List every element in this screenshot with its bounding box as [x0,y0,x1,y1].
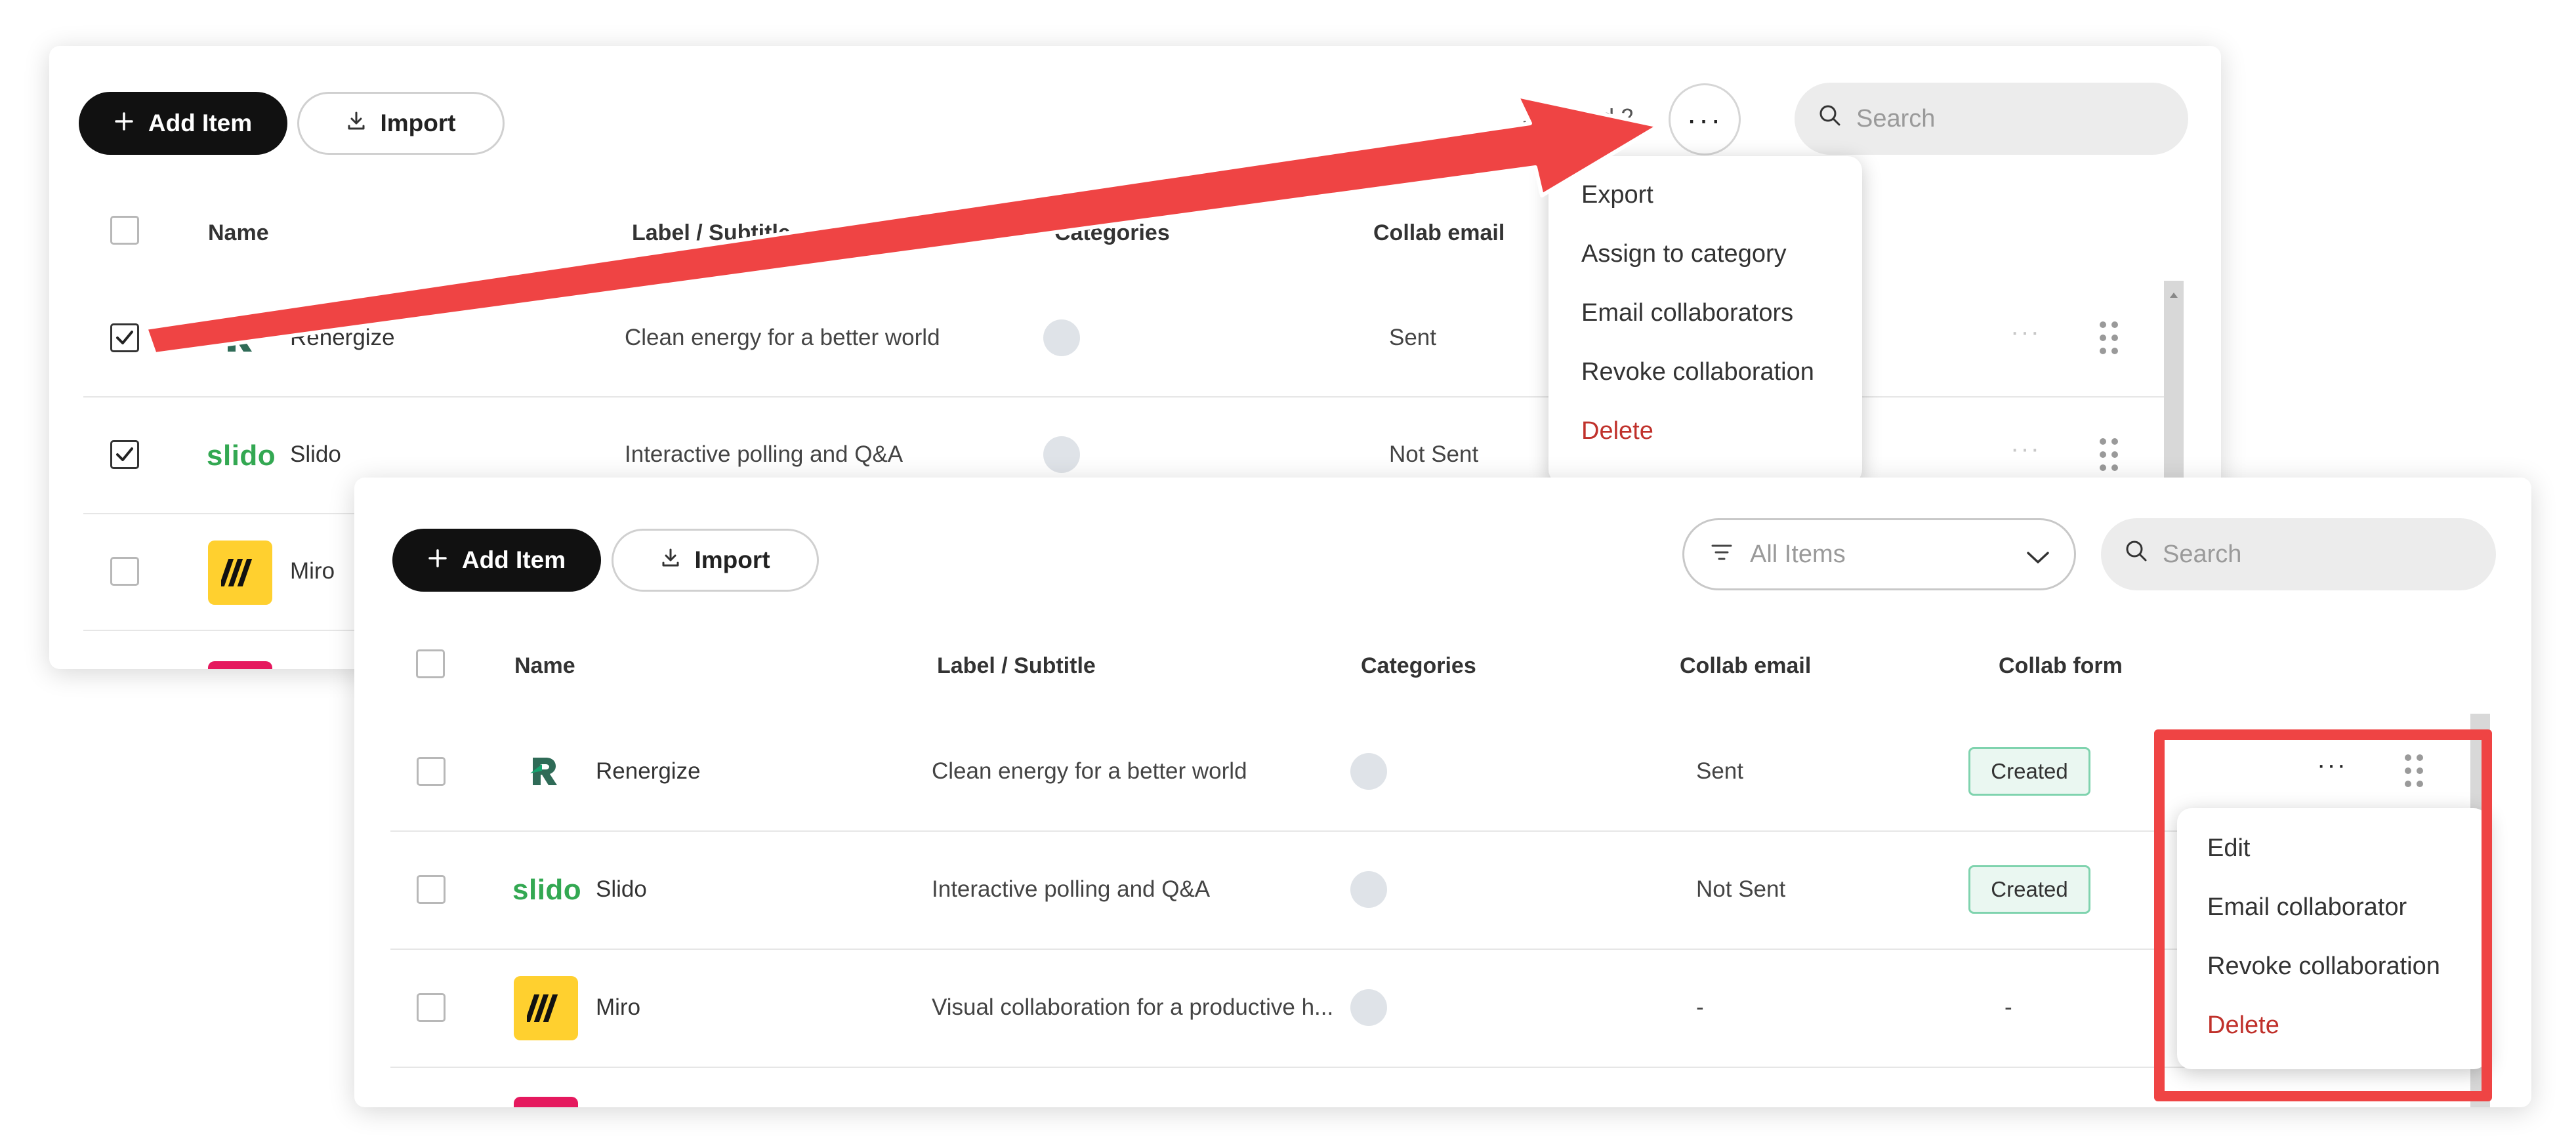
arrow-icon [144,94,1661,356]
annotation-arrow [144,94,1661,356]
